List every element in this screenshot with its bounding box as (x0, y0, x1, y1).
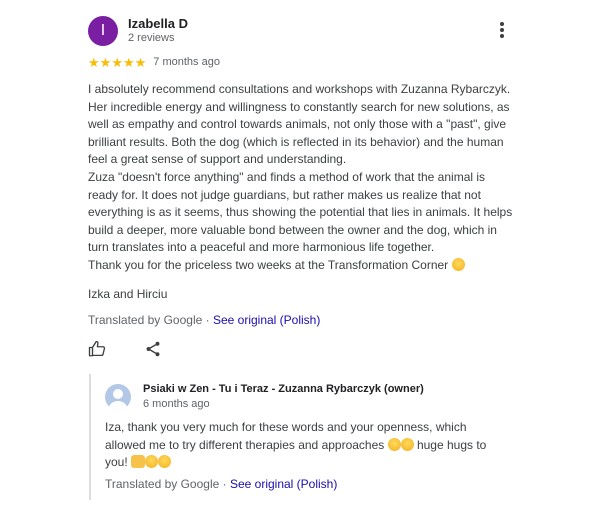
translation-note: Translated by Google · See original (Pol… (88, 313, 320, 327)
smiling-face-emoji-icon (158, 455, 172, 469)
review-text: I absolutely recommend consultations and… (88, 81, 518, 275)
star-icon: ★ (99, 54, 112, 70)
star-icon: ★ (88, 54, 100, 70)
grinning-face-emoji-icon (451, 257, 465, 271)
see-original-link[interactable]: See original (Polish) (213, 313, 320, 327)
rating-row: ★ ★ ★ ★ ★ 7 months ago (88, 55, 220, 69)
grinning-face-emoji-icon (387, 437, 401, 451)
separator: · (219, 477, 230, 491)
more-options-icon[interactable] (494, 20, 510, 42)
star-rating: ★ ★ ★ ★ ★ (88, 56, 146, 69)
share-icon[interactable] (144, 340, 162, 358)
review-paragraph: Thank you for the priceless two weeks at… (88, 257, 518, 275)
reply-text: Iza, thank you very much for these words… (105, 419, 505, 472)
see-original-link[interactable]: See original (Polish) (230, 477, 337, 491)
owner-reply: Psiaki w Zen - Tu i Teraz - Zuzanna Ryba… (89, 374, 521, 500)
star-icon: ★ (134, 54, 147, 70)
raising-hands-emoji-icon (131, 455, 146, 469)
reply-translation-note: Translated by Google · See original (Pol… (105, 477, 337, 491)
review-actions (88, 340, 162, 358)
reviewer-review-count: 2 reviews (128, 32, 175, 44)
reviewer-avatar[interactable]: I (88, 16, 118, 46)
smiling-face-emoji-icon (145, 455, 159, 469)
review-thanks: Thank you for the priceless two weeks at… (88, 257, 449, 272)
reviewer-name[interactable]: Izabella D (128, 16, 188, 31)
grinning-face-emoji-icon (400, 437, 414, 451)
translated-by-label: Translated by Google (88, 313, 203, 327)
reply-date: 6 months ago (143, 398, 210, 410)
review-paragraph: Zuza "doesn't force anything" and finds … (88, 169, 513, 255)
person-icon (108, 389, 128, 410)
review-date: 7 months ago (153, 56, 220, 68)
review-card: I Izabella D 2 reviews ★ ★ ★ ★ ★ 7 month… (0, 0, 600, 512)
thumb-up-icon[interactable] (88, 340, 106, 358)
review-signoff: Izka and Hirciu (88, 287, 168, 301)
translated-by-label: Translated by Google (105, 477, 220, 491)
star-icon: ★ (122, 54, 135, 70)
owner-avatar[interactable] (105, 384, 131, 410)
separator: · (202, 313, 213, 327)
review-paragraph: I absolutely recommend consultations and… (88, 82, 511, 167)
owner-name: Psiaki w Zen - Tu i Teraz - Zuzanna Ryba… (143, 383, 424, 395)
star-icon: ★ (111, 54, 123, 70)
